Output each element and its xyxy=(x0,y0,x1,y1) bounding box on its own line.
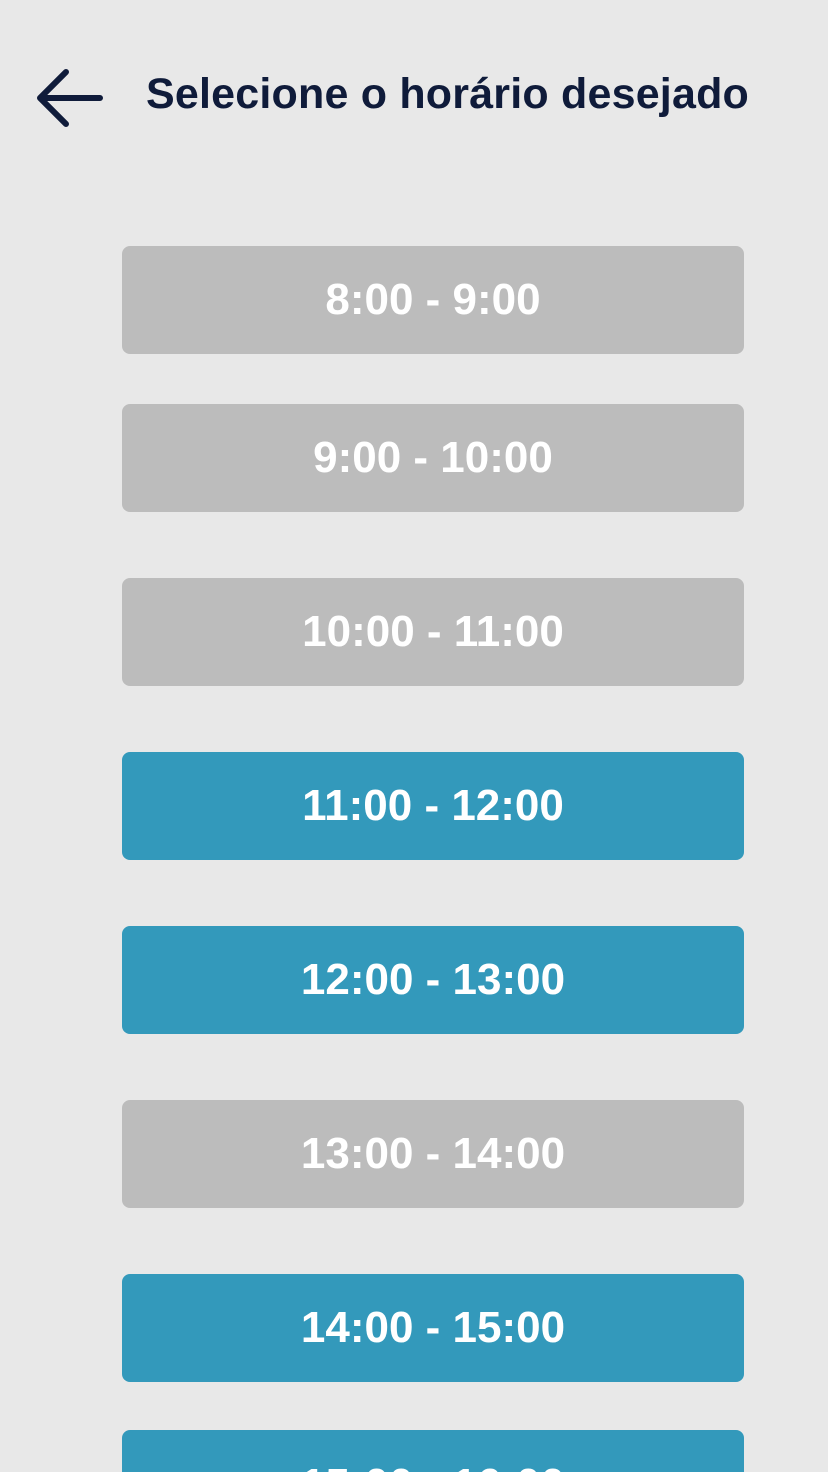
time-slot-label: 10:00 - 11:00 xyxy=(302,607,564,656)
time-slot-label: 11:00 - 12:00 xyxy=(302,781,564,830)
time-slot-list: 8:00 - 9:00 9:00 - 10:00 10:00 - 11:00 1… xyxy=(0,0,828,1472)
time-slot-label: 12:00 - 13:00 xyxy=(300,955,566,1004)
time-slot-button[interactable]: 9:00 - 10:00 xyxy=(122,404,744,512)
time-slot-button[interactable]: 8:00 - 9:00 xyxy=(122,246,744,354)
time-slot-button[interactable]: 11:00 - 12:00 xyxy=(122,752,744,860)
time-slot-label: 14:00 - 15:00 xyxy=(300,1303,566,1352)
time-slot-button[interactable]: 12:00 - 13:00 xyxy=(122,926,744,1034)
time-slot-label: 15:00 - 16:00 xyxy=(301,1460,565,1472)
time-slot-label: 8:00 - 9:00 xyxy=(325,275,541,324)
time-slot-button[interactable]: 10:00 - 11:00 xyxy=(122,578,744,686)
time-slot-label: 13:00 - 14:00 xyxy=(300,1129,566,1178)
time-slot-button[interactable]: 13:00 - 14:00 xyxy=(122,1100,744,1208)
time-slot-button[interactable]: 14:00 - 15:00 xyxy=(122,1274,744,1382)
time-slot-label: 9:00 - 10:00 xyxy=(313,433,553,482)
time-slot-button[interactable]: 15:00 - 16:00 xyxy=(122,1430,744,1472)
